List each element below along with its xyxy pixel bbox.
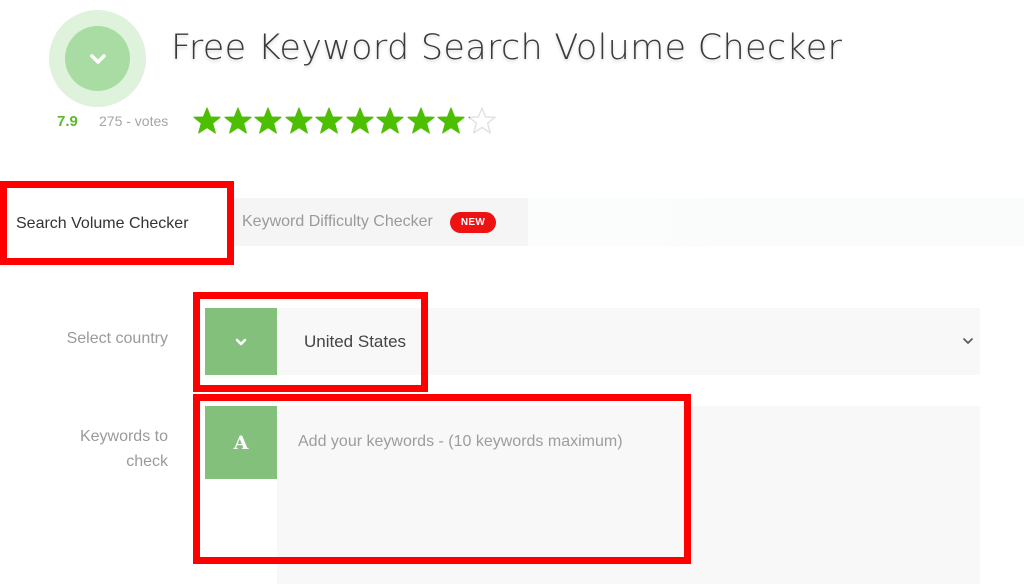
letter-a-icon: A — [205, 406, 277, 479]
vote-count: 275 - votes — [99, 113, 169, 129]
star-icon[interactable] — [375, 106, 406, 136]
chevron-down-icon[interactable] — [962, 335, 974, 347]
star-icon[interactable] — [192, 106, 223, 136]
country-select[interactable]: United States — [205, 308, 980, 375]
tab-label: Search Volume Checker — [16, 214, 189, 232]
tab-search-volume-checker[interactable]: Search Volume Checker — [0, 183, 233, 264]
logo-inner-circle — [65, 26, 130, 91]
keywords-label: Keywords to check — [79, 428, 168, 470]
select-country-label: Select country — [66, 330, 168, 347]
star-icon[interactable] — [223, 106, 254, 136]
tab-keyword-difficulty-checker[interactable]: Keyword Difficulty Checker NEW — [232, 198, 528, 246]
star-icon[interactable] — [436, 106, 467, 136]
star-icon[interactable] — [406, 106, 437, 136]
tab-label: Keyword Difficulty Checker — [242, 213, 433, 230]
logo-badge — [49, 10, 146, 107]
star-icon[interactable] — [284, 106, 315, 136]
country-addon — [205, 308, 277, 375]
rating-value: 7.9 — [57, 113, 78, 130]
new-badge: NEW — [449, 211, 497, 233]
country-select-value: United States — [304, 332, 407, 351]
star-icon[interactable] — [467, 106, 498, 136]
star-icon[interactable] — [253, 106, 284, 136]
chevron-down-icon — [235, 338, 247, 345]
star-icon[interactable] — [314, 106, 345, 136]
page-title: Free Keyword Search Volume Checker — [171, 28, 843, 68]
star-icon[interactable] — [345, 106, 376, 136]
chevron-down-icon — [89, 53, 106, 64]
keywords-placeholder: Add your keywords - (10 keywords maximum… — [298, 433, 623, 450]
star-rating[interactable] — [192, 106, 497, 136]
